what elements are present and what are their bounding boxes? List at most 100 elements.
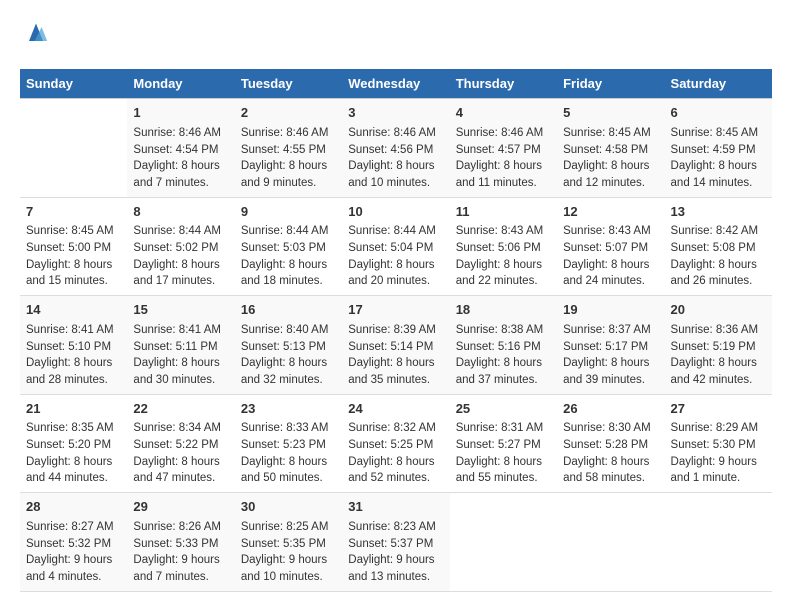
calendar-cell: 8Sunrise: 8:44 AMSunset: 5:02 PMDaylight… [127,197,234,296]
sunset-text: Sunset: 5:03 PM [241,240,336,257]
day-number: 6 [671,104,766,123]
daylight-text: Daylight: 9 hours and 1 minute. [671,454,766,487]
calendar-cell: 29Sunrise: 8:26 AMSunset: 5:33 PMDayligh… [127,493,234,592]
day-number: 24 [348,400,443,419]
column-header-thursday: Thursday [450,69,557,99]
calendar-cell: 19Sunrise: 8:37 AMSunset: 5:17 PMDayligh… [557,296,664,395]
daylight-text: Daylight: 8 hours and 11 minutes. [456,158,551,191]
calendar-cell: 26Sunrise: 8:30 AMSunset: 5:28 PMDayligh… [557,394,664,493]
calendar-cell [450,493,557,592]
daylight-text: Daylight: 8 hours and 24 minutes. [563,257,658,290]
daylight-text: Daylight: 8 hours and 52 minutes. [348,454,443,487]
calendar-cell: 14Sunrise: 8:41 AMSunset: 5:10 PMDayligh… [20,296,127,395]
calendar-cell: 21Sunrise: 8:35 AMSunset: 5:20 PMDayligh… [20,394,127,493]
calendar-cell: 28Sunrise: 8:27 AMSunset: 5:32 PMDayligh… [20,493,127,592]
day-number: 9 [241,203,336,222]
sunrise-text: Sunrise: 8:36 AM [671,322,766,339]
week-row-5: 28 Sunrise: 8:27 AMSunset: 5:32 PM Dayligh… [20,493,772,592]
daylight-text: Daylight: 8 hours and 44 minutes. [26,454,121,487]
daylight-text: Daylight: 8 hours and 50 minutes. [241,454,336,487]
day-number: 15 [133,301,228,320]
day-number: 31 [348,498,443,517]
sunrise-text: Sunrise: 8:27 AM [26,519,121,536]
day-number: 30 [241,498,336,517]
sunset-text: Sunset: 5:06 PM [456,240,551,257]
logo [20,20,56,53]
daylight-text: Daylight: 8 hours and 58 minutes. [563,454,658,487]
sunrise-text: Sunrise: 8:37 AM [563,322,658,339]
sunset-text: Sunset: 5:17 PM [563,339,658,356]
day-number: 19 [563,301,658,320]
sunset-text: Sunset: 4:59 PM [671,142,766,159]
day-number: 21 [26,400,121,419]
sunset-text: Sunset: 5:28 PM [563,437,658,454]
calendar-cell: 27Sunrise: 8:29 AMSunset: 5:30 PMDayligh… [665,394,772,493]
sunset-text: Sunset: 5:37 PM [348,536,443,553]
day-number: 17 [348,301,443,320]
sunrise-text: Sunrise: 8:46 AM [456,125,551,142]
daylight-text: Daylight: 9 hours and 10 minutes. [241,552,336,585]
daylight-text: Daylight: 8 hours and 32 minutes. [241,355,336,388]
day-number: 28 [26,498,121,517]
sunrise-text: Sunrise: 8:43 AM [563,223,658,240]
calendar-cell: 7Sunrise: 8:45 AMSunset: 5:00 PMDaylight… [20,197,127,296]
day-number: 11 [456,203,551,222]
day-number: 7 [26,203,121,222]
sunrise-text: Sunrise: 8:35 AM [26,420,121,437]
sunset-text: Sunset: 5:16 PM [456,339,551,356]
sunset-text: Sunset: 5:23 PM [241,437,336,454]
sunrise-text: Sunrise: 8:45 AM [671,125,766,142]
calendar-cell: 20Sunrise: 8:36 AMSunset: 5:19 PMDayligh… [665,296,772,395]
daylight-text: Daylight: 9 hours and 7 minutes. [133,552,228,585]
sunrise-text: Sunrise: 8:46 AM [348,125,443,142]
sunrise-text: Sunrise: 8:34 AM [133,420,228,437]
sunset-text: Sunset: 4:54 PM [133,142,228,159]
logo-icon [22,20,50,48]
page-header [20,20,772,53]
sunrise-text: Sunrise: 8:26 AM [133,519,228,536]
sunrise-text: Sunrise: 8:45 AM [26,223,121,240]
sunrise-text: Sunrise: 8:30 AM [563,420,658,437]
sunrise-text: Sunrise: 8:46 AM [241,125,336,142]
calendar-cell: 11Sunrise: 8:43 AMSunset: 5:06 PMDayligh… [450,197,557,296]
daylight-text: Daylight: 8 hours and 7 minutes. [133,158,228,191]
sunrise-text: Sunrise: 8:42 AM [671,223,766,240]
day-number: 5 [563,104,658,123]
sunset-text: Sunset: 5:22 PM [133,437,228,454]
calendar-cell: 1 Sunrise: 8:46 AMSunset: 4:54 PMDaylight… [127,99,234,198]
calendar-cell: 18Sunrise: 8:38 AMSunset: 5:16 PMDayligh… [450,296,557,395]
sunrise-text: Sunrise: 8:39 AM [348,322,443,339]
sunrise-text: Sunrise: 8:40 AM [241,322,336,339]
sunset-text: Sunset: 5:35 PM [241,536,336,553]
sunrise-text: Sunrise: 8:45 AM [563,125,658,142]
calendar-cell: 16Sunrise: 8:40 AMSunset: 5:13 PMDayligh… [235,296,342,395]
daylight-text: Daylight: 8 hours and 14 minutes. [671,158,766,191]
week-row-2: 7Sunrise: 8:45 AMSunset: 5:00 PMDaylight… [20,197,772,296]
daylight-text: Daylight: 8 hours and 47 minutes. [133,454,228,487]
calendar-cell: 15Sunrise: 8:41 AMSunset: 5:11 PMDayligh… [127,296,234,395]
calendar-cell: 2Sunrise: 8:46 AMSunset: 4:55 PMDaylight… [235,99,342,198]
daylight-text: Daylight: 8 hours and 18 minutes. [241,257,336,290]
week-row-4: 21Sunrise: 8:35 AMSunset: 5:20 PMDayligh… [20,394,772,493]
day-number: 1 [133,104,228,123]
daylight-text: Daylight: 8 hours and 30 minutes. [133,355,228,388]
daylight-text: Daylight: 9 hours and 13 minutes. [348,552,443,585]
column-header-sunday: Sunday [20,69,127,99]
calendar-cell: 23Sunrise: 8:33 AMSunset: 5:23 PMDayligh… [235,394,342,493]
calendar-cell: 4Sunrise: 8:46 AMSunset: 4:57 PMDaylight… [450,99,557,198]
day-number: 3 [348,104,443,123]
calendar-cell: 24Sunrise: 8:32 AMSunset: 5:25 PMDayligh… [342,394,449,493]
week-row-1: 1Sunrise: 8:46 AMSunset: 4:54 PMDaylight… [20,99,772,198]
sunrise-text: Sunrise: 8:44 AM [133,223,228,240]
sunset-text: Sunset: 4:58 PM [563,142,658,159]
sunrise-text: Sunrise: 8:46 AM [133,125,228,142]
daylight-text: Daylight: 8 hours and 35 minutes. [348,355,443,388]
sunset-text: Sunset: 4:55 PM [241,142,336,159]
day-number: 25 [456,400,551,419]
daylight-text: Daylight: 8 hours and 55 minutes. [456,454,551,487]
daylight-text: Daylight: 8 hours and 17 minutes. [133,257,228,290]
day-number: 13 [671,203,766,222]
sunset-text: Sunset: 5:32 PM [26,536,121,553]
day-number: 8 [133,203,228,222]
daylight-text: Daylight: 8 hours and 37 minutes. [456,355,551,388]
